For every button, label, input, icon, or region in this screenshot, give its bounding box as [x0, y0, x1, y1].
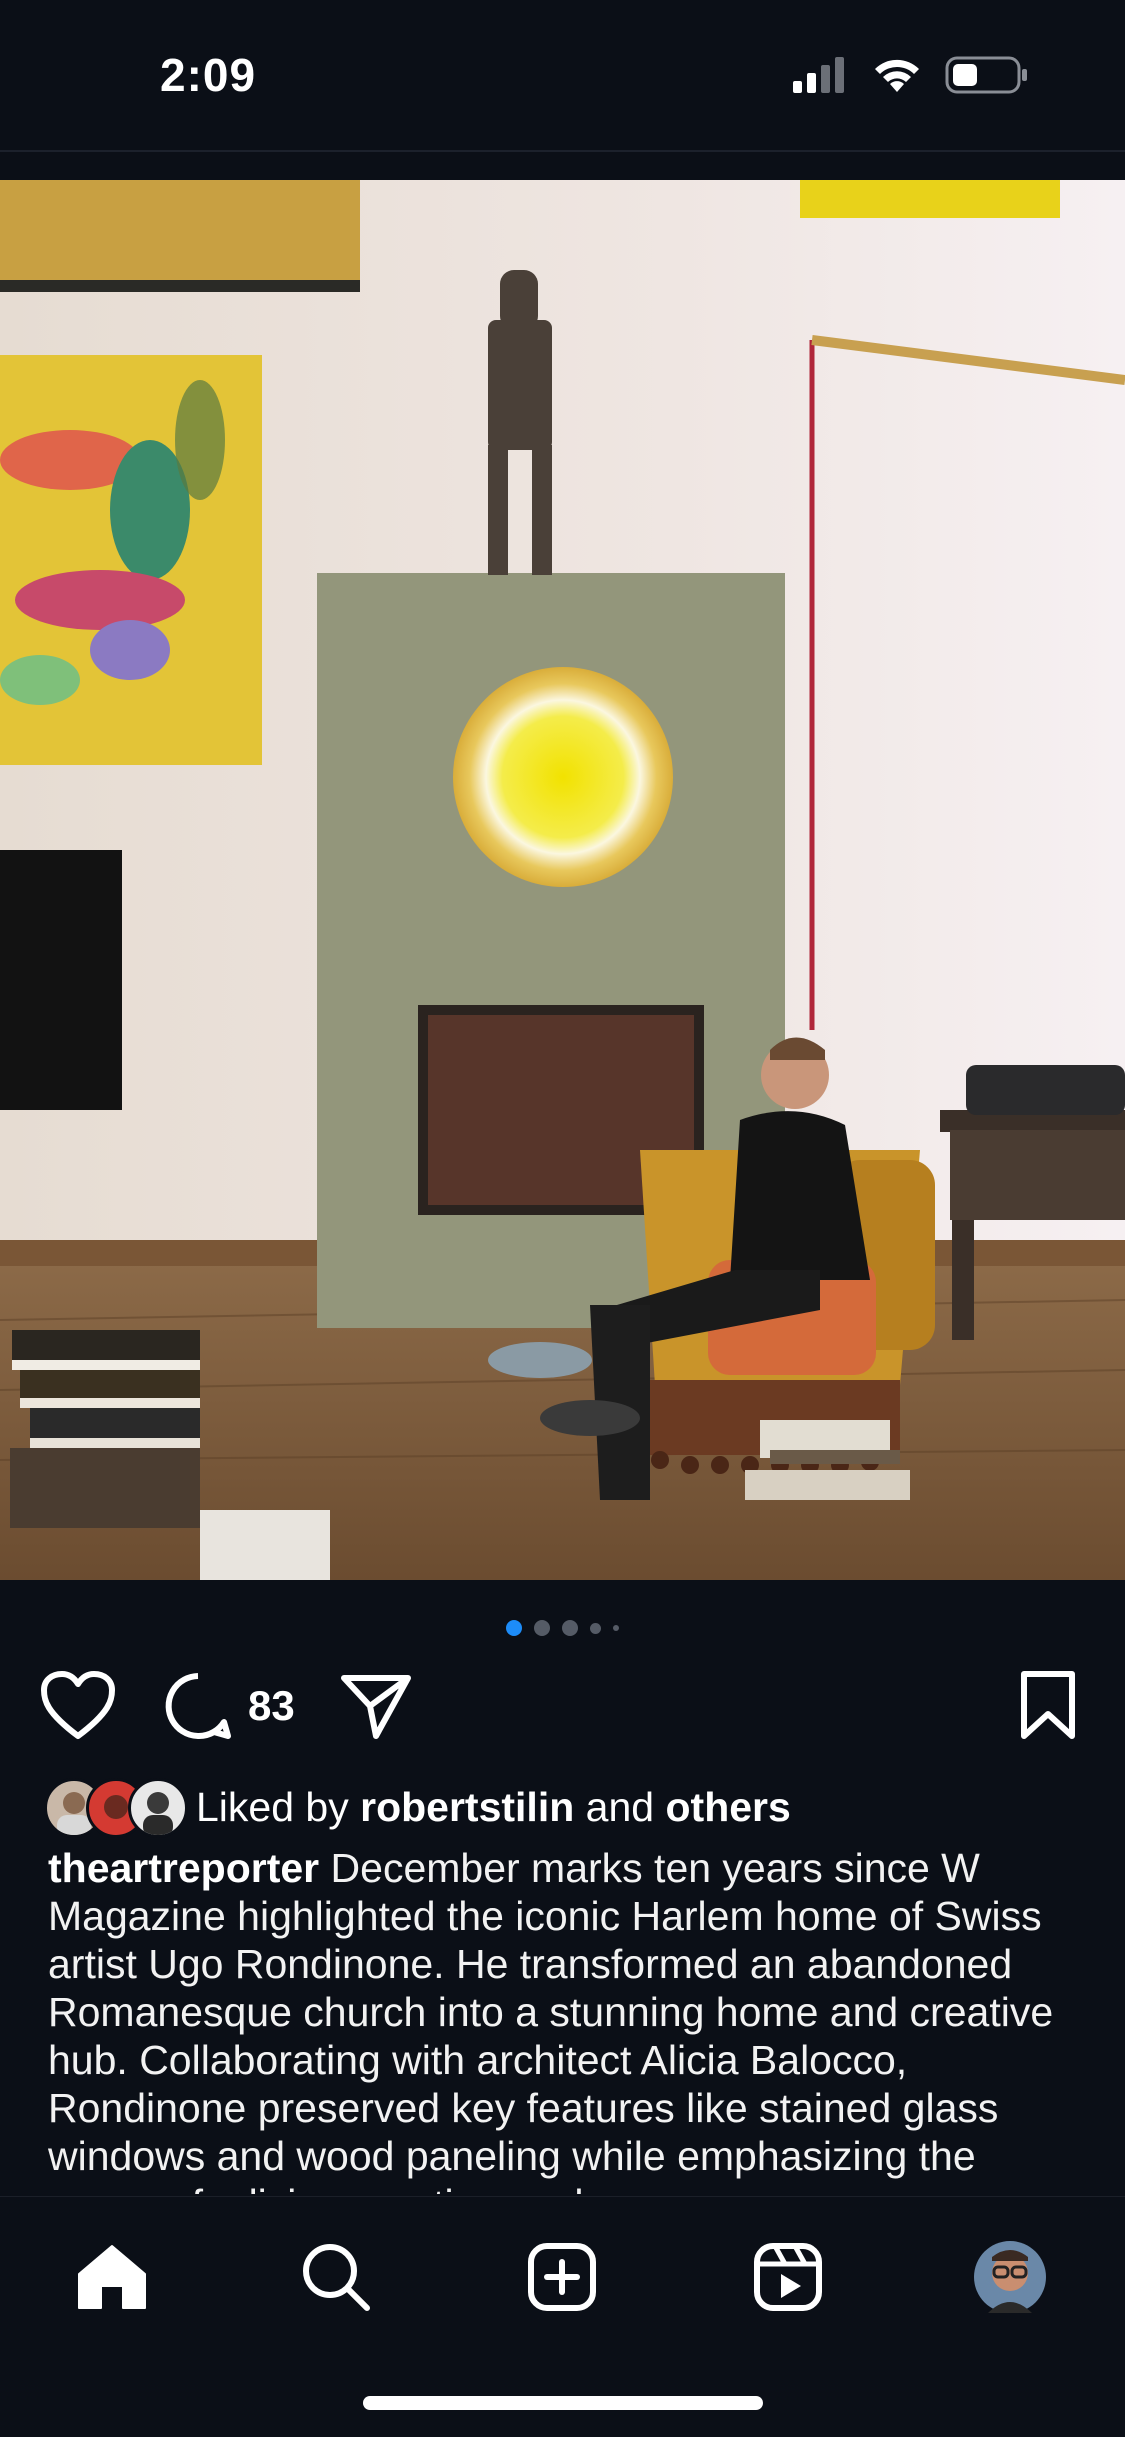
search-icon [303, 2244, 370, 2311]
status-icons [793, 56, 1029, 94]
post-caption: theartreporter December marks ten years … [48, 1844, 1088, 2194]
liked-by-others[interactable]: others [666, 1784, 791, 1831]
carousel-dot [534, 1620, 550, 1636]
home-icon [78, 2245, 146, 2309]
profile-avatar [974, 2241, 1046, 2313]
liked-by-middle: and [585, 1783, 655, 1830]
post-photo[interactable] [0, 180, 1125, 1580]
battery-icon [945, 56, 1027, 94]
liked-by-prefix: Liked by [196, 1783, 349, 1830]
caption-username[interactable]: theartreporter [48, 1845, 319, 1891]
carousel-dot-active [506, 1620, 522, 1636]
carousel-dot [590, 1622, 601, 1634]
carousel-dot [562, 1620, 578, 1636]
heart-icon [41, 1671, 115, 1739]
save-button[interactable] [1018, 1670, 1078, 1742]
tab-search[interactable] [296, 2237, 376, 2317]
liked-by-user[interactable]: robertstilin [360, 1784, 574, 1831]
send-icon [341, 1675, 411, 1739]
home-indicator [363, 2396, 763, 2410]
status-time: 2:09 [160, 49, 257, 101]
reels-icon [754, 2243, 822, 2311]
liked-by-row[interactable]: Liked by robertstilin and others [44, 1778, 791, 1838]
cellular-signal-icon [793, 57, 844, 93]
status-bar: 2:09 [0, 0, 1125, 150]
carousel-dot [613, 1625, 619, 1631]
like-button[interactable] [40, 1670, 116, 1742]
wifi-icon [875, 59, 919, 92]
comment-icon [165, 1673, 231, 1739]
header-divider [0, 150, 1125, 152]
share-button[interactable] [340, 1670, 412, 1742]
tab-home[interactable] [72, 2237, 152, 2317]
create-icon [528, 2243, 596, 2311]
liked-by-avatars [44, 1778, 188, 1838]
post-image-illustration [0, 180, 1125, 1580]
caption-text: December marks ten years since W Magazin… [48, 1845, 1054, 2194]
comment-button[interactable]: 83 [162, 1670, 295, 1742]
carousel-indicator [0, 1620, 1125, 1636]
tab-create[interactable] [522, 2237, 602, 2317]
bookmark-icon [1021, 1671, 1075, 1739]
liker-avatar [128, 1778, 188, 1838]
tab-profile[interactable] [970, 2237, 1050, 2317]
post-actions: 83 [0, 1670, 1125, 1750]
comment-count: 83 [248, 1682, 295, 1729]
tab-reels[interactable] [748, 2237, 828, 2317]
